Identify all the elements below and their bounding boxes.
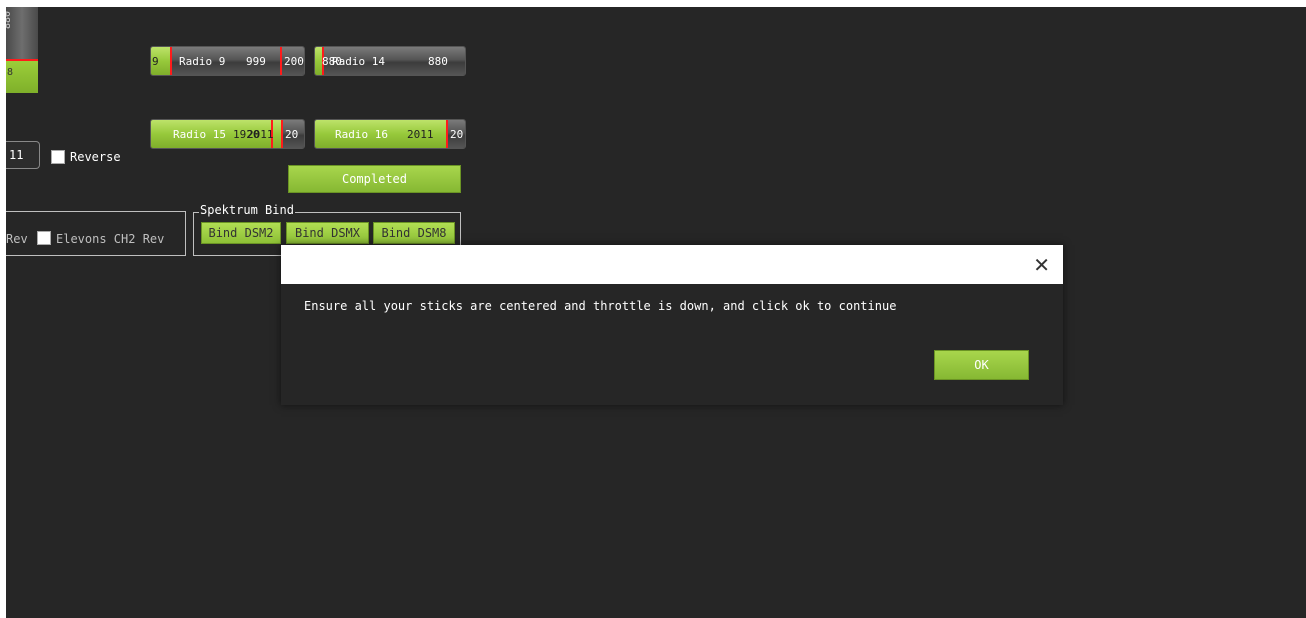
channel-value-text: 11 — [9, 148, 24, 162]
radio-15-overlay-value: 2011 — [247, 128, 274, 141]
radio-9-right-value: 200 — [284, 55, 304, 68]
elevons-ch2-rev-checkbox[interactable] — [37, 231, 51, 245]
app-window: 880 8 9 Radio 9 999 200 880 Radio 14 880… — [6, 7, 1306, 618]
radio-9-bar: 9 Radio 9 999 200 — [150, 46, 305, 76]
dialog-header: ✕ — [281, 245, 1063, 284]
radio-14-value: 880 — [428, 55, 448, 68]
radio-9-value: 999 — [246, 55, 266, 68]
dialog-message: Ensure all your sticks are centered and … — [304, 299, 897, 313]
completed-button[interactable]: Completed — [288, 165, 461, 193]
confirm-dialog: ✕ Ensure all your sticks are centered an… — [281, 245, 1063, 405]
radio-16-indicator — [446, 120, 448, 148]
radio-15-right-value: 20 — [285, 128, 299, 141]
radio-15-max-indicator — [281, 120, 283, 148]
bind-dsm2-button[interactable]: Bind DSM2 — [201, 222, 281, 244]
radio-16-label: Radio 16 — [335, 128, 388, 141]
radio-9-max-indicator — [280, 47, 282, 75]
vertical-channel-indicator — [6, 59, 38, 61]
reverse-checkbox[interactable] — [51, 150, 65, 164]
radio-15-label: Radio 15 — [173, 128, 226, 141]
radio-9-left-value: 9 — [152, 55, 159, 68]
radio-16-right-value: 20 — [450, 128, 464, 141]
bind-dsm8-button[interactable]: Bind DSM8 — [373, 222, 455, 244]
radio-16-bar: Radio 16 2011 20 — [314, 119, 466, 149]
elevons-ch2-rev-label: Elevons CH2 Rev — [56, 232, 165, 246]
channel-value-field[interactable]: 11 — [6, 141, 40, 169]
reverse-label: Reverse — [70, 150, 121, 164]
rev-label: Rev — [6, 232, 28, 246]
vertical-channel-value: 880 — [6, 10, 13, 29]
radio-14-bar: 880 Radio 14 880 — [314, 46, 466, 76]
radio-15-bar: Radio 15 1920 2011 20 — [150, 119, 305, 149]
vertical-channel-value-bottom: 8 — [7, 67, 14, 78]
radio-9-label: Radio 9 — [179, 55, 226, 68]
spektrum-bind-label: Spektrum Bind — [199, 203, 295, 217]
radio-14-label: Radio 14 — [332, 55, 385, 68]
bind-dsmx-button[interactable]: Bind DSMX — [286, 222, 369, 244]
radio-9-min-indicator — [170, 47, 172, 75]
ok-button[interactable]: OK — [934, 350, 1029, 380]
radio-16-value: 2011 — [407, 128, 434, 141]
close-icon[interactable]: ✕ — [1033, 253, 1050, 277]
